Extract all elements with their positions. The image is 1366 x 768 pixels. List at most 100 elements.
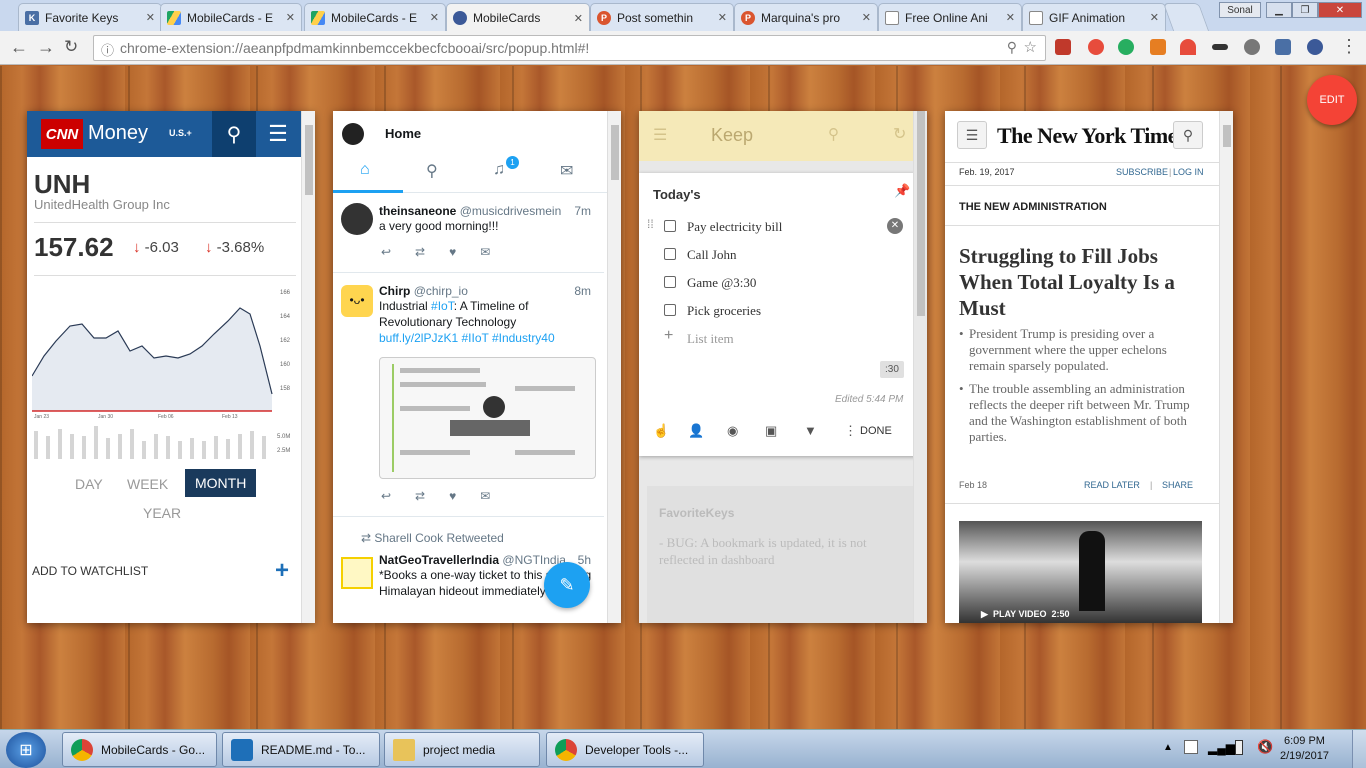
login-link[interactable]: LOG IN xyxy=(1173,167,1204,177)
scrollbar[interactable] xyxy=(1219,111,1233,623)
profile-button[interactable]: Sonal xyxy=(1219,2,1261,18)
add-to-watchlist-link[interactable]: ADD TO WATCHLIST xyxy=(32,564,148,578)
avatar[interactable] xyxy=(341,203,373,235)
messages-icon[interactable]: ✉ xyxy=(560,161,573,181)
range-year[interactable]: YEAR xyxy=(143,505,181,521)
palette-icon[interactable]: ◉ xyxy=(727,423,738,439)
reminder-chip[interactable]: :30 xyxy=(880,361,904,378)
hamburger-menu-icon[interactable]: ☰ xyxy=(957,121,987,149)
close-icon[interactable]: ✕ xyxy=(574,12,583,25)
network-icon[interactable]: ▂▄▆ xyxy=(1208,741,1235,755)
tray-expand-icon[interactable]: ▲ xyxy=(1163,742,1173,753)
tab-marquina-profile[interactable]: P Marquina's pro ✕ xyxy=(734,3,878,31)
image-icon[interactable]: ▣ xyxy=(765,423,777,439)
forward-icon[interactable]: → xyxy=(37,37,55,58)
section-label[interactable]: THE NEW ADMINISTRATION xyxy=(959,201,1107,213)
scrollbar[interactable] xyxy=(913,111,927,623)
reminder-icon[interactable]: ☝ xyxy=(653,423,669,439)
close-icon[interactable]: ✕ xyxy=(1006,11,1015,24)
home-icon[interactable]: ⌂ xyxy=(360,161,370,179)
close-icon[interactable]: ✕ xyxy=(430,11,439,24)
checkbox[interactable] xyxy=(664,276,676,288)
extension-green-icon[interactable] xyxy=(1118,39,1134,55)
extension-orange-icon[interactable] xyxy=(1150,39,1166,55)
video-thumbnail[interactable]: ▶ PLAY VIDEO 2:50 xyxy=(959,521,1202,623)
collaborator-icon[interactable]: 👤 xyxy=(688,423,704,439)
tweet-image[interactable] xyxy=(379,357,596,479)
extension-grey-icon[interactable] xyxy=(1244,39,1260,55)
taskbar-item-chrome[interactable]: MobileCards - Go... xyxy=(62,732,217,767)
heart-icon[interactable] xyxy=(1180,39,1196,55)
show-desktop-button[interactable] xyxy=(1352,730,1366,768)
tweet[interactable]: •ᴗ• Chirp @chirp_io 8m Industrial #IoT: … xyxy=(333,273,604,517)
restore-button[interactable]: ❐ xyxy=(1292,2,1318,18)
scrollbar[interactable] xyxy=(301,111,315,623)
avatar[interactable] xyxy=(342,123,364,145)
add-icon[interactable]: + xyxy=(664,327,673,345)
taskbar-item-vscode[interactable]: README.md - To... xyxy=(222,732,380,767)
search-icon[interactable]: ⚲ xyxy=(212,111,256,157)
notifications-icon[interactable]: ♫ xyxy=(493,161,505,179)
edit-button[interactable]: EDIT xyxy=(1307,75,1357,125)
close-icon[interactable]: ✕ xyxy=(146,11,155,24)
region-selector[interactable]: U.S.+ xyxy=(169,128,192,138)
opera-icon[interactable] xyxy=(1088,39,1104,55)
close-window-button[interactable]: ✕ xyxy=(1318,2,1362,18)
tweet-actions[interactable]: ↩⇄♥✉ xyxy=(381,489,514,503)
k-extension-icon[interactable] xyxy=(1275,39,1291,55)
compose-tweet-button[interactable]: ✎ xyxy=(544,562,590,608)
range-month[interactable]: MONTH xyxy=(185,469,257,497)
tweet-actions[interactable]: ↩⇄♥✉ xyxy=(381,245,514,259)
close-icon[interactable]: ✕ xyxy=(286,11,295,24)
close-icon[interactable]: ✕ xyxy=(862,11,871,24)
checkbox[interactable] xyxy=(664,248,676,260)
list-item[interactable]: Pay electricity bill xyxy=(687,219,782,235)
note-editor[interactable]: Today's 📌 ⁞⁞ Pay electricity bill ✕ Call… xyxy=(639,173,916,456)
bookmark-star-icon[interactable]: ☆ xyxy=(1024,38,1037,56)
note-title[interactable]: Today's xyxy=(653,187,701,202)
natgeo-avatar[interactable] xyxy=(341,557,373,589)
share-link[interactable]: SHARE xyxy=(1162,480,1193,490)
done-button[interactable]: DONE xyxy=(860,425,892,437)
tab-mobilecards-drive-2[interactable]: MobileCards - E ✕ xyxy=(304,3,446,31)
menu-icon[interactable]: ⋮ xyxy=(1340,36,1358,57)
note-card[interactable]: FavoriteKeys - BUG: A bookmark is update… xyxy=(647,486,917,623)
close-icon[interactable]: ✕ xyxy=(1150,11,1159,24)
subscribe-link[interactable]: SUBSCRIBE xyxy=(1116,167,1168,177)
pin-icon[interactable]: 📌 xyxy=(894,183,910,199)
new-tab-button[interactable] xyxy=(1162,3,1210,31)
tab-mobilecards-drive-1[interactable]: MobileCards - E ✕ xyxy=(160,3,302,31)
tweet[interactable]: theinsaneone @musicdrivesmein 7m a very … xyxy=(333,193,604,273)
minimize-button[interactable]: ▁ xyxy=(1266,2,1292,18)
more-icon[interactable]: ⋮ xyxy=(844,423,857,439)
taskbar-item-devtools[interactable]: Developer Tools -... xyxy=(546,732,704,767)
hamburger-menu-icon[interactable]: ☰ xyxy=(257,111,299,157)
add-list-item-input[interactable]: List item xyxy=(687,331,734,347)
list-item[interactable]: Game @3:30 xyxy=(687,275,756,291)
range-day[interactable]: DAY xyxy=(75,476,103,492)
chirp-avatar[interactable]: •ᴗ• xyxy=(341,285,373,317)
tab-post-something[interactable]: P Post somethin ✕ xyxy=(590,3,734,31)
volume-muted-icon[interactable]: 🔇 xyxy=(1257,739,1273,755)
list-item[interactable]: Pick groceries xyxy=(687,303,761,319)
back-icon[interactable]: ← xyxy=(10,37,28,58)
archive-icon[interactable]: ▼ xyxy=(804,423,817,438)
taskbar-item-folder[interactable]: project media xyxy=(384,732,540,767)
range-week[interactable]: WEEK xyxy=(127,476,168,492)
battery-icon[interactable] xyxy=(1235,740,1243,755)
headline[interactable]: Struggling to Fill Jobs When Total Loyal… xyxy=(959,243,1199,321)
reload-icon[interactable]: ↻ xyxy=(64,37,78,57)
scrollbar[interactable] xyxy=(607,111,621,623)
incognito-icon[interactable] xyxy=(1212,44,1228,50)
checkbox[interactable] xyxy=(664,220,676,232)
search-icon[interactable]: ⚲ xyxy=(828,125,839,143)
tab-favorite-keys[interactable]: K Favorite Keys ✕ xyxy=(18,3,162,31)
tab-gif-animation[interactable]: GIF Animation ✕ xyxy=(1022,3,1166,31)
action-center-icon[interactable] xyxy=(1184,740,1198,754)
checkbox[interactable] xyxy=(664,304,676,316)
refresh-icon[interactable]: ↻ xyxy=(893,124,906,144)
add-icon[interactable]: + xyxy=(275,557,289,585)
read-later-link[interactable]: READ LATER xyxy=(1084,480,1140,490)
mobilecards-icon[interactable] xyxy=(1307,39,1323,55)
close-icon[interactable]: ✕ xyxy=(718,11,727,24)
